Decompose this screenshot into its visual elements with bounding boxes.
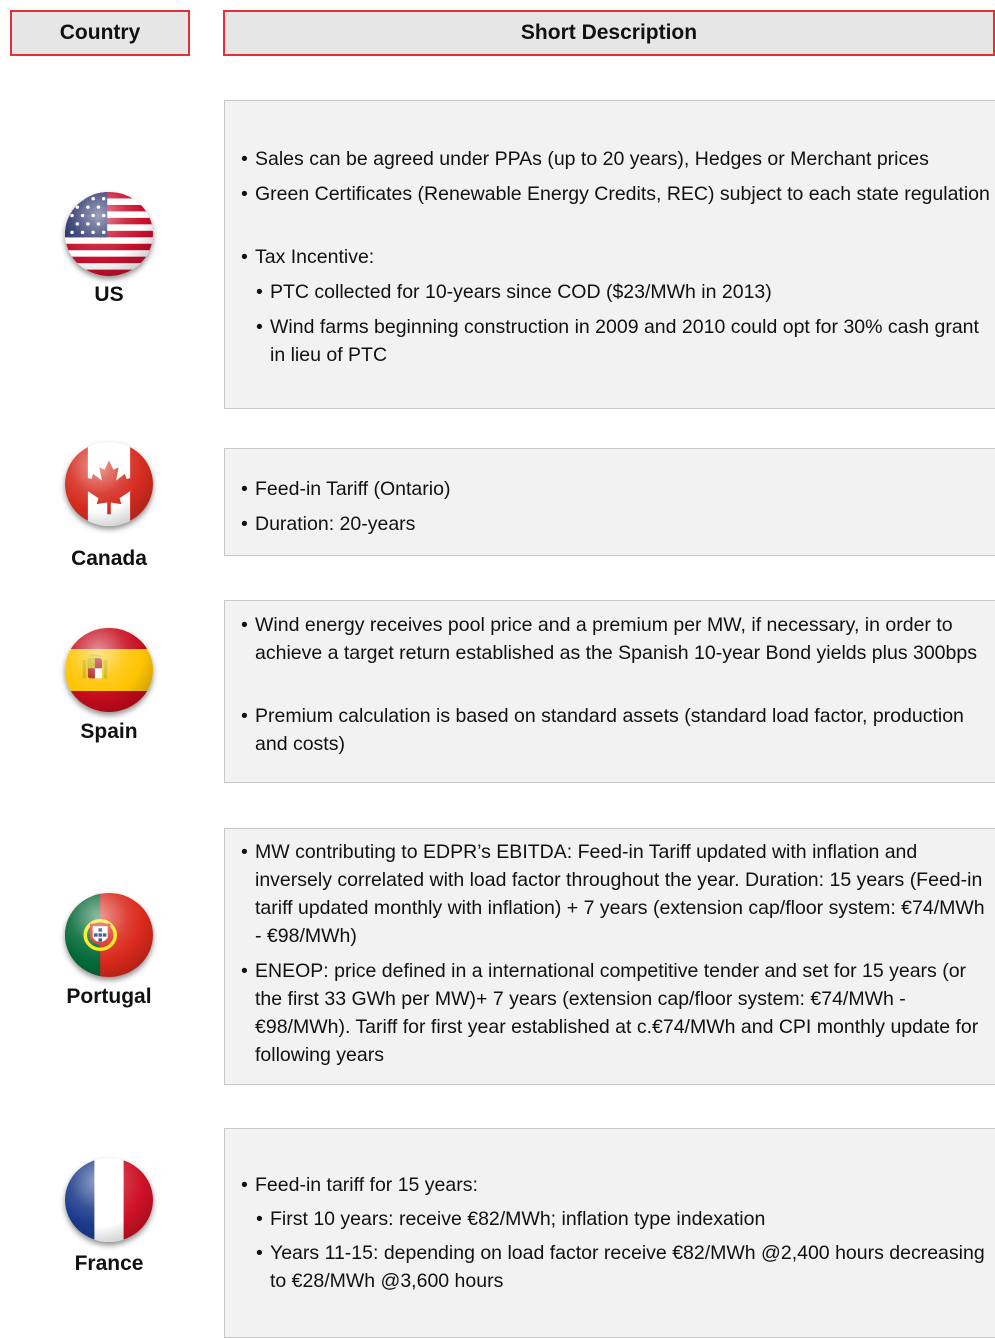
france-sub-bullet-1: • First 10 years: receive €82/MWh; inflat… <box>256 1208 766 1230</box>
portugal-description-box: • MW contributing to EDPR’s EBITDA: Feed-… <box>224 828 995 1085</box>
spain-flag-icon <box>65 628 153 712</box>
canada-bullet-1: • Feed-in Tariff (Ontario) <box>241 478 451 500</box>
canada-description-box: • Feed-in Tariff (Ontario) • Duration: 20-… <box>224 448 995 556</box>
country-header-label: Country <box>59 21 141 44</box>
france-bullet-1: • Feed-in tariff for 15 years: <box>241 1174 478 1196</box>
france-country-label: France <box>74 1252 144 1275</box>
us-flag-icon <box>65 192 153 276</box>
portugal-flag-icon <box>65 893 153 977</box>
spain-country-label: Spain <box>80 720 138 743</box>
us-bullet-3: • Tax Incentive: <box>241 246 375 268</box>
spain-description-box: • Wind energy receives pool price and a p… <box>224 600 995 783</box>
us-sub-bullet-1: • PTC collected for 10-years since COD ($… <box>256 281 772 303</box>
canada-flag-icon <box>65 442 153 526</box>
canada-country-label: Canada <box>71 547 147 570</box>
us-description-box: • Sales can be agreed under PPAs (up to 2… <box>224 100 995 409</box>
us-bullet-1: • Sales can be agreed under PPAs (up to 2… <box>241 148 929 170</box>
portugal-bullet-1: • MW contributing to EDPR’s EBITDA: Feed-… <box>241 841 985 947</box>
country-column-header: Country <box>10 10 190 56</box>
france-sub-bullet-2: • Years 11-15: depending on load factor r… <box>256 1242 985 1292</box>
portugal-bullet-2: • ENEOP: price defined in a international… <box>241 960 979 1066</box>
spain-bullet-1: • Wind energy receives pool price and a p… <box>241 614 977 664</box>
spain-bullet-2: • Premium calculation is based on standar… <box>241 705 964 755</box>
us-sub-bullet-2: • Wind farms beginning construction in 20… <box>256 316 979 366</box>
portugal-country-label: Portugal <box>66 985 152 1008</box>
canada-bullet-2: • Duration: 20-years <box>241 513 416 535</box>
france-description-box: • Feed-in tariff for 15 years: • First 10 … <box>224 1128 995 1338</box>
us-bullet-2: • Green Certificates (Renewable Energy Cr… <box>241 183 990 205</box>
france-flag-icon <box>65 1158 153 1242</box>
description-column-header: Short Description <box>223 10 995 56</box>
us-country-label: US <box>94 283 124 306</box>
description-header-label: Short Description <box>520 21 698 44</box>
